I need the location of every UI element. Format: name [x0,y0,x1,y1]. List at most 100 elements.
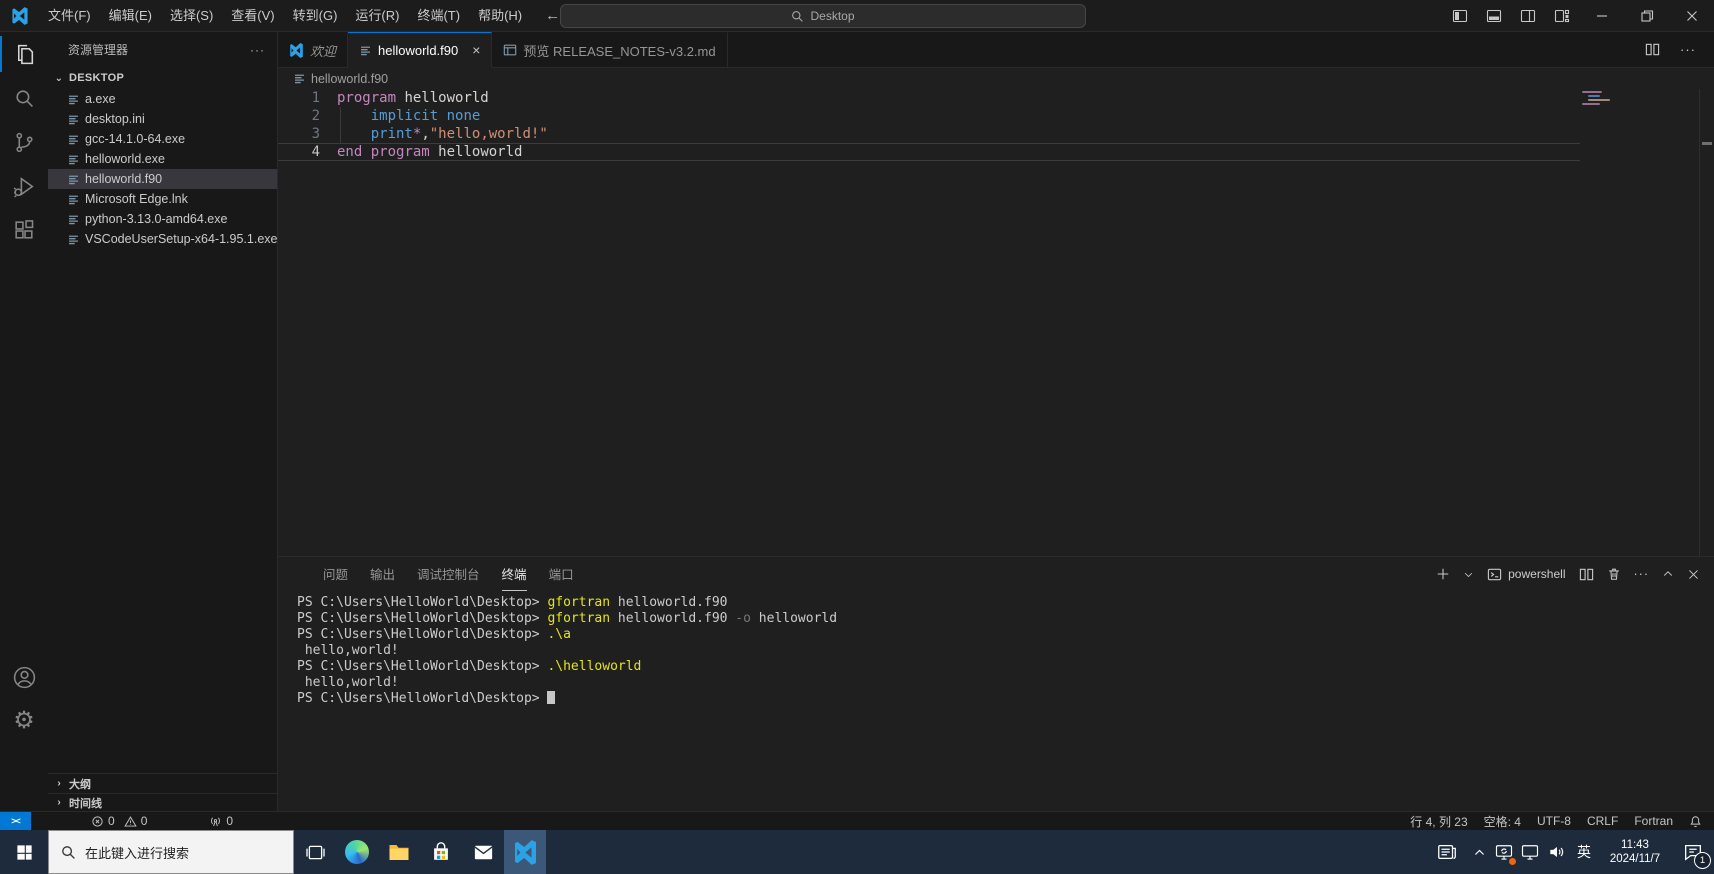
explorer-more-actions-icon[interactable]: ··· [250,43,265,57]
search-icon [62,845,75,859]
menu-item[interactable]: 帮助(H) [469,5,531,27]
editor-tab[interactable]: 欢迎 [278,32,349,68]
minimize-button[interactable] [1579,0,1624,32]
kill-terminal-icon[interactable] [1607,567,1621,581]
file-name: gcc-14.1.0-64.exe [85,132,186,146]
edge-taskbar-icon[interactable] [336,830,378,874]
panel-tab[interactable]: 问题 [323,557,348,591]
panel-tab[interactable]: 输出 [370,557,395,591]
editor-tab[interactable]: helloworld.f90 × [348,32,493,68]
code-line[interactable]: 1 program helloworld [278,89,1580,107]
code-line[interactable]: 3 print*,"hello,world!" [278,125,1580,143]
sync-status-icon[interactable] [1491,830,1517,874]
menu-item[interactable]: 查看(V) [222,5,283,27]
terminal-line: PS C:\Users\HelloWorld\Desktop> .\a [297,627,571,642]
maximize-panel-icon[interactable] [1662,568,1674,580]
volume-icon[interactable] [1543,830,1570,874]
line-number: 1 [311,90,320,106]
menu-item[interactable]: 终端(T) [408,5,469,27]
terminal-output[interactable]: PS C:\Users\HelloWorld\Desktop> gfortran… [297,595,1702,807]
menu-item[interactable]: 编辑(E) [100,5,161,27]
menu-item[interactable]: 运行(R) [346,5,408,27]
vscode-taskbar-icon[interactable] [504,830,546,874]
code-line[interactable]: 2 implicit none [278,107,1580,125]
menu-item[interactable]: 转到(G) [284,5,347,27]
tray-expand-chevron-icon[interactable] [1467,830,1491,874]
file-row[interactable]: helloworld.f90 [48,169,277,189]
language-mode[interactable]: Fortran [1634,814,1673,828]
close-tab-icon[interactable]: × [472,43,480,57]
editor-tab[interactable]: 预览 RELEASE_NOTES-v3.2.md [492,32,728,68]
toggle-panel-icon[interactable] [1477,0,1511,32]
indent-setting[interactable]: 空格: 4 [1484,813,1521,830]
file-icon [67,113,80,126]
new-terminal-icon[interactable] [1436,567,1450,581]
menu-item[interactable]: 文件(F) [39,5,100,27]
search-sidebar-icon[interactable] [0,76,48,120]
action-center-button[interactable]: 1 [1672,830,1714,874]
file-row[interactable]: gcc-14.1.0-64.exe [48,129,277,149]
taskbar-clock[interactable]: 11:43 2024/11/7 [1598,830,1672,874]
minimap[interactable] [1582,91,1610,107]
explorer-root-folder[interactable]: ⌄ DESKTOP [48,67,277,89]
file-row[interactable]: python-3.13.0-amd64.exe [48,209,277,229]
eol-setting[interactable]: CRLF [1587,814,1618,828]
account-icon[interactable] [0,655,48,699]
microsoft-store-taskbar-icon[interactable] [420,830,462,874]
file-row[interactable]: helloworld.exe [48,149,277,169]
editor-more-actions-icon[interactable]: ··· [1680,42,1696,57]
taskbar-search[interactable]: 在此键入进行搜索 [48,830,294,874]
title-bar: 文件(F) 编辑(E) 选择(S) 查看(V) 转到(G) 运行(R) 终端(T) 帮助(H)… [0,0,1714,32]
panel-tab[interactable]: 终端 [501,557,527,591]
ports-indicator[interactable]: 0 [209,814,233,828]
run-debug-icon[interactable] [0,164,48,208]
customize-layout-icon[interactable] [1545,0,1579,32]
panel-tab[interactable]: 端口 [549,557,574,591]
start-button[interactable] [0,830,48,874]
code-editor[interactable]: 1 program helloworld 2 implicit none 3 prin… [278,89,1714,556]
news-widget-icon[interactable] [1427,830,1467,874]
terminal-instance[interactable]: powershell [1487,567,1566,582]
network-icon[interactable] [1517,830,1543,874]
panel-more-actions-icon[interactable]: ··· [1634,567,1650,581]
encoding[interactable]: UTF-8 [1537,814,1571,828]
close-window-button[interactable] [1669,0,1714,32]
split-terminal-icon[interactable] [1579,567,1594,582]
ime-indicator[interactable]: 英 [1570,830,1598,874]
extensions-icon[interactable] [0,208,48,252]
timeline-section[interactable]: › 时间线 [48,793,277,811]
menu-item[interactable]: 选择(S) [161,5,222,27]
task-view-button[interactable] [294,830,336,874]
problems-indicator[interactable]: 0 0 [91,814,147,828]
code-line[interactable]: 4 end program helloworld [278,143,1580,161]
restore-button[interactable] [1624,0,1669,32]
file-row[interactable]: VSCodeUserSetup-x64-1.95.1.exe [48,229,277,249]
bell-icon[interactable] [1689,815,1702,828]
code-text: end program helloworld [337,144,523,160]
close-panel-icon[interactable] [1687,568,1700,581]
explorer-icon[interactable] [0,32,48,76]
clock-time: 11:43 [1621,839,1649,851]
back-arrow-icon[interactable]: ← [545,7,560,24]
outline-section[interactable]: › 大纲 [48,773,277,793]
source-control-icon[interactable] [0,120,48,164]
mail-taskbar-icon[interactable] [462,830,504,874]
split-editor-icon[interactable] [1645,42,1660,57]
toggle-secondary-sidebar-icon[interactable] [1511,0,1545,32]
overview-ruler[interactable] [1699,89,1714,556]
window-controls [1443,0,1714,32]
file-row[interactable]: desktop.ini [48,109,277,129]
line-number: 3 [311,126,320,142]
terminal-dropdown-icon[interactable] [1463,569,1474,580]
file-explorer-taskbar-icon[interactable] [378,830,420,874]
toggle-sidebar-icon[interactable] [1443,0,1477,32]
command-center-search[interactable]: Desktop [560,4,1086,28]
file-icon [359,44,372,57]
file-row[interactable]: Microsoft Edge.lnk [48,189,277,209]
file-row[interactable]: a.exe [48,89,277,109]
panel-tab[interactable]: 调试控制台 [417,557,480,591]
breadcrumb[interactable]: helloworld.f90 [278,68,1714,89]
settings-gear-icon[interactable]: ⚙ [0,699,48,743]
remote-indicator[interactable]: >< [0,812,31,830]
cursor-position[interactable]: 行 4, 列 23 [1410,813,1467,830]
